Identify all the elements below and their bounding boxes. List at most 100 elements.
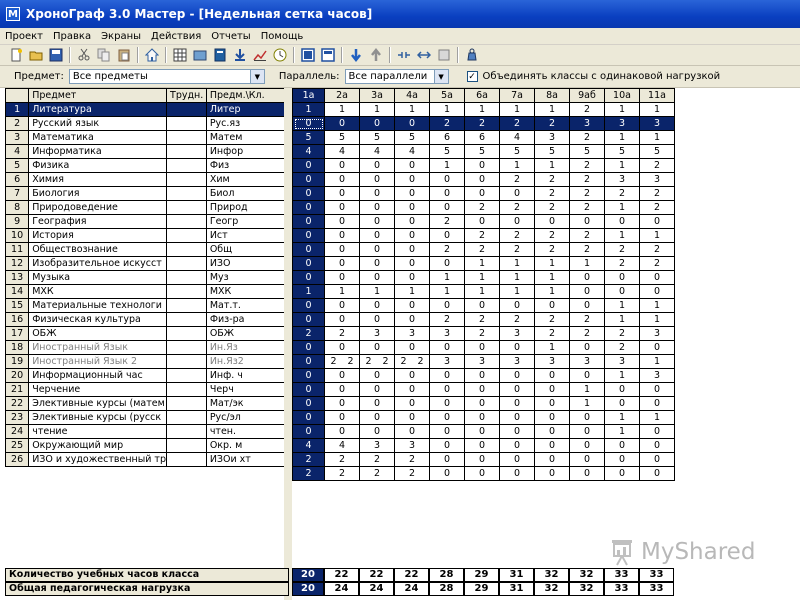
hours-cell[interactable]: 2 bbox=[464, 326, 500, 341]
hours-cell[interactable]: 0 bbox=[604, 284, 640, 299]
hours-cell[interactable]: 0 bbox=[499, 382, 535, 397]
hours-cell[interactable]: 0 bbox=[324, 340, 360, 355]
subject-name[interactable]: Химия bbox=[28, 172, 168, 187]
hours-cell[interactable]: 2 bbox=[464, 242, 500, 257]
subject-difficulty[interactable] bbox=[166, 158, 207, 173]
subject-short-name[interactable]: Окр. м bbox=[205, 438, 290, 453]
hours-cell[interactable]: 0 bbox=[499, 186, 535, 201]
hours-cell[interactable]: 2 bbox=[569, 186, 605, 201]
hours-cell[interactable]: 0 bbox=[464, 452, 500, 467]
hours-cell[interactable]: 0 bbox=[394, 200, 430, 215]
parallel-filter-select[interactable]: Все параллели ▼ bbox=[344, 69, 449, 84]
hours-cell[interactable]: 0 bbox=[359, 228, 395, 243]
hours-cell[interactable]: 2 bbox=[569, 158, 605, 173]
copy-icon[interactable] bbox=[96, 47, 112, 63]
subject-short-name[interactable]: Литер bbox=[205, 102, 290, 117]
subject-row[interactable]: 9 География Геогр bbox=[4, 214, 290, 229]
row-number[interactable]: 22 bbox=[4, 396, 30, 411]
weight-icon[interactable] bbox=[464, 47, 480, 63]
row-number[interactable]: 13 bbox=[4, 270, 30, 285]
hours-cell[interactable]: 1 bbox=[429, 158, 465, 173]
hours-cell[interactable]: 0 bbox=[324, 214, 360, 229]
hours-cell[interactable]: 0 bbox=[292, 158, 325, 173]
hours-cell[interactable]: 3 bbox=[639, 116, 675, 131]
subject-row[interactable]: 10 История Ист bbox=[4, 228, 290, 243]
hours-cell[interactable]: 0 bbox=[569, 466, 605, 481]
class-header[interactable]: 8а bbox=[534, 88, 570, 103]
subject-difficulty[interactable] bbox=[166, 186, 207, 201]
row-number[interactable]: 20 bbox=[4, 368, 30, 383]
row-number[interactable]: 11 bbox=[4, 242, 30, 257]
hours-cell[interactable]: 0 bbox=[569, 368, 605, 383]
hours-cell[interactable]: 0 bbox=[292, 382, 325, 397]
hours-cell[interactable]: 0 bbox=[534, 382, 570, 397]
menu-item-0[interactable]: Проект bbox=[0, 31, 48, 42]
hours-cell[interactable]: 0 bbox=[429, 368, 465, 383]
subject-difficulty[interactable] bbox=[166, 214, 207, 229]
hours-cell[interactable]: 2 bbox=[604, 242, 640, 257]
hours-cell[interactable]: 0 bbox=[464, 382, 500, 397]
subject-short-name[interactable]: Мат.т. bbox=[205, 298, 290, 313]
hours-cell[interactable]: 0 bbox=[429, 186, 465, 201]
row-number[interactable]: 5 bbox=[4, 158, 30, 173]
hours-cell[interactable]: 2 bbox=[464, 312, 500, 327]
hours-cell[interactable]: 0 bbox=[324, 228, 360, 243]
hours-cell[interactable]: 22 bbox=[359, 354, 395, 369]
hours-cell[interactable]: 1 bbox=[534, 270, 570, 285]
hours-cell[interactable]: 0 bbox=[499, 424, 535, 439]
hours-cell[interactable]: 0 bbox=[429, 438, 465, 453]
subject-name[interactable]: Черчение bbox=[28, 382, 168, 397]
row-number[interactable]: 12 bbox=[4, 256, 30, 271]
hours-cell[interactable]: 2 bbox=[292, 326, 325, 341]
subject-short-name[interactable]: Физ bbox=[205, 158, 290, 173]
subject-row[interactable]: 22 Элективные курсы (матем Мат/эк bbox=[4, 396, 290, 411]
hours-cell[interactable]: 1 bbox=[464, 270, 500, 285]
subject-difficulty[interactable] bbox=[166, 396, 207, 411]
class-header[interactable]: 9аб bbox=[569, 88, 605, 103]
subject-row[interactable]: 7 Биология Биол bbox=[4, 186, 290, 201]
hours-cell[interactable]: 0 bbox=[499, 396, 535, 411]
hours-cell[interactable]: 0 bbox=[569, 214, 605, 229]
hours-cell[interactable]: 0 bbox=[292, 368, 325, 383]
hours-cell[interactable]: 0 bbox=[639, 382, 675, 397]
subject-name[interactable]: ОБЖ bbox=[28, 326, 168, 341]
hours-cell[interactable]: 0 bbox=[639, 284, 675, 299]
hours-cell[interactable]: 5 bbox=[324, 130, 360, 145]
hours-cell[interactable]: 0 bbox=[499, 410, 535, 425]
subject-name[interactable]: Природоведение bbox=[28, 200, 168, 215]
menu-item-5[interactable]: Помощь bbox=[256, 31, 309, 42]
hours-cell[interactable]: 0 bbox=[324, 186, 360, 201]
hours-cell[interactable]: 0 bbox=[499, 214, 535, 229]
hours-cell[interactable]: 2 bbox=[569, 200, 605, 215]
subject-row[interactable]: 25 Окружающий мир Окр. м bbox=[4, 438, 290, 453]
hours-cell[interactable]: 0 bbox=[359, 242, 395, 257]
chevron-down-icon[interactable]: ▼ bbox=[433, 70, 448, 83]
hours-cell[interactable]: 0 bbox=[324, 396, 360, 411]
hours-cell[interactable]: 3 bbox=[639, 172, 675, 187]
hours-cell[interactable]: 0 bbox=[359, 270, 395, 285]
row-number[interactable]: 16 bbox=[4, 312, 30, 327]
subject-name[interactable]: Иностранный Язык bbox=[28, 340, 168, 355]
hours-cell[interactable]: 4 bbox=[394, 144, 430, 159]
subject-short-name[interactable]: Хим bbox=[205, 172, 290, 187]
subject-difficulty[interactable] bbox=[166, 270, 207, 285]
hours-cell[interactable]: 2 bbox=[639, 200, 675, 215]
arrow-up-icon[interactable] bbox=[368, 47, 384, 63]
hours-cell[interactable]: 0 bbox=[324, 242, 360, 257]
subject-name[interactable]: История bbox=[28, 228, 168, 243]
hours-cell[interactable]: 0 bbox=[429, 172, 465, 187]
hours-cell[interactable]: 6 bbox=[429, 130, 465, 145]
hours-cell[interactable]: 4 bbox=[324, 438, 360, 453]
subject-name[interactable]: Изобразительное искусст bbox=[28, 256, 168, 271]
subject-short-name[interactable]: ИЗО bbox=[205, 256, 290, 271]
subject-difficulty[interactable] bbox=[166, 354, 207, 369]
class-header[interactable]: 1а bbox=[292, 88, 325, 103]
subject-short-name[interactable]: Черч bbox=[205, 382, 290, 397]
hours-cell[interactable]: 0 bbox=[464, 298, 500, 313]
hours-cell[interactable]: 1 bbox=[639, 228, 675, 243]
hours-cell[interactable]: 0 bbox=[499, 466, 535, 481]
subject-row[interactable]: 21 Черчение Черч bbox=[4, 382, 290, 397]
hours-cell[interactable]: 0 bbox=[292, 186, 325, 201]
hours-cell[interactable]: 1 bbox=[604, 424, 640, 439]
book-icon[interactable] bbox=[212, 47, 228, 63]
